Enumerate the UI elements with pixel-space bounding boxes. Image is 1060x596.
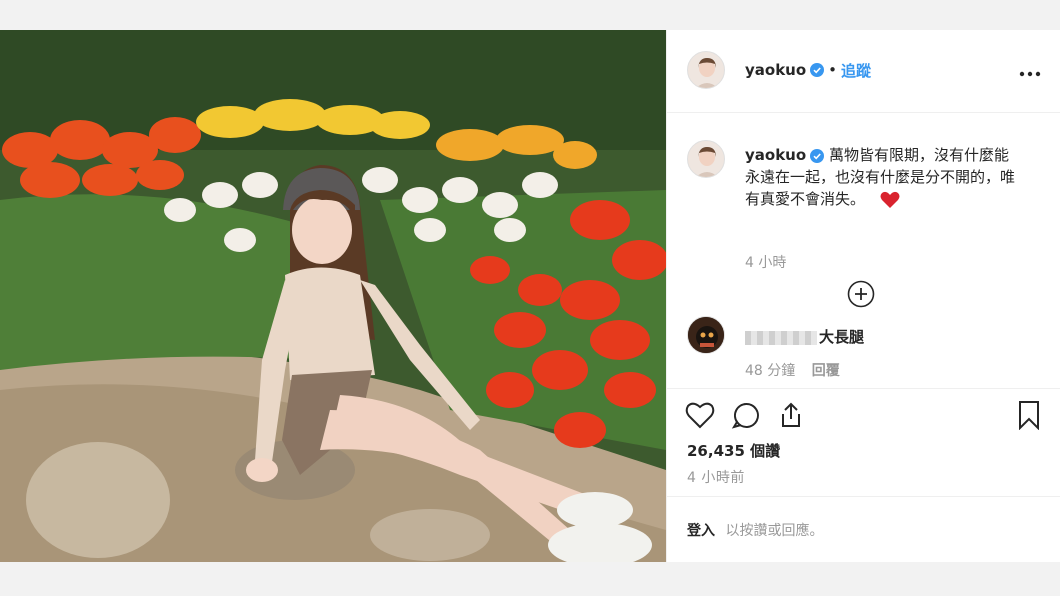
share-icon[interactable] xyxy=(777,401,805,433)
comment-username[interactable]: 大長腿 xyxy=(819,328,864,346)
action-bar xyxy=(685,400,1047,434)
heart-emoji-icon xyxy=(880,191,900,208)
caption-time: 4 小時 xyxy=(745,255,787,271)
posted-time: 4 小時前 xyxy=(687,470,745,486)
reply-button[interactable]: 回覆 xyxy=(812,363,840,379)
divider xyxy=(667,496,1060,497)
follow-button[interactable]: 追蹤 xyxy=(841,60,871,81)
comment-item: 大長腿 48 分鐘 回覆 xyxy=(687,316,1047,379)
post-username[interactable]: yaokuo xyxy=(745,61,806,79)
verified-badge-icon xyxy=(810,63,825,77)
censored-username xyxy=(745,330,817,345)
caption-text-wrap: yaokuo 萬物皆有限期，沒有什麼能永遠在一起，也沒有什麼是分不開的，唯有真愛… xyxy=(745,144,1015,210)
likes-count[interactable]: 26,435 個讚 xyxy=(687,440,780,461)
verified-badge-icon xyxy=(810,148,825,163)
post-header: yaokuo • 追蹤 xyxy=(687,50,1047,90)
login-link[interactable]: 登入 xyxy=(687,523,715,539)
post-frame: yaokuo • 追蹤 yaokuo 萬物皆有限期，沒有什麼能永遠在一起，也沒有… xyxy=(0,30,1060,562)
caption-username[interactable]: yaokuo xyxy=(745,146,806,164)
header-separator: • xyxy=(828,61,838,79)
login-prompt-text: 以按讚或回應。 xyxy=(725,523,824,539)
load-more-comments-icon[interactable] xyxy=(847,280,875,312)
divider xyxy=(667,388,1060,389)
more-options-icon[interactable] xyxy=(1019,62,1041,81)
comment-time: 48 分鐘 xyxy=(745,363,796,379)
post-photo[interactable] xyxy=(0,30,666,562)
login-prompt-line: 登入 以按讚或回應。 xyxy=(687,520,823,540)
like-heart-icon[interactable] xyxy=(685,401,715,433)
comment-author-line: 大長腿 xyxy=(745,326,864,347)
bookmark-icon[interactable] xyxy=(1017,400,1041,434)
caption-avatar[interactable] xyxy=(687,140,725,178)
divider xyxy=(667,112,1060,113)
post-side-panel: yaokuo • 追蹤 yaokuo 萬物皆有限期，沒有什麼能永遠在一起，也沒有… xyxy=(666,30,1060,562)
comment-meta: 48 分鐘 回覆 xyxy=(745,360,840,380)
commenter-avatar[interactable] xyxy=(687,316,725,354)
avatar[interactable] xyxy=(687,51,725,89)
photo-illustration xyxy=(0,30,666,562)
comment-bubble-icon[interactable] xyxy=(731,401,761,433)
